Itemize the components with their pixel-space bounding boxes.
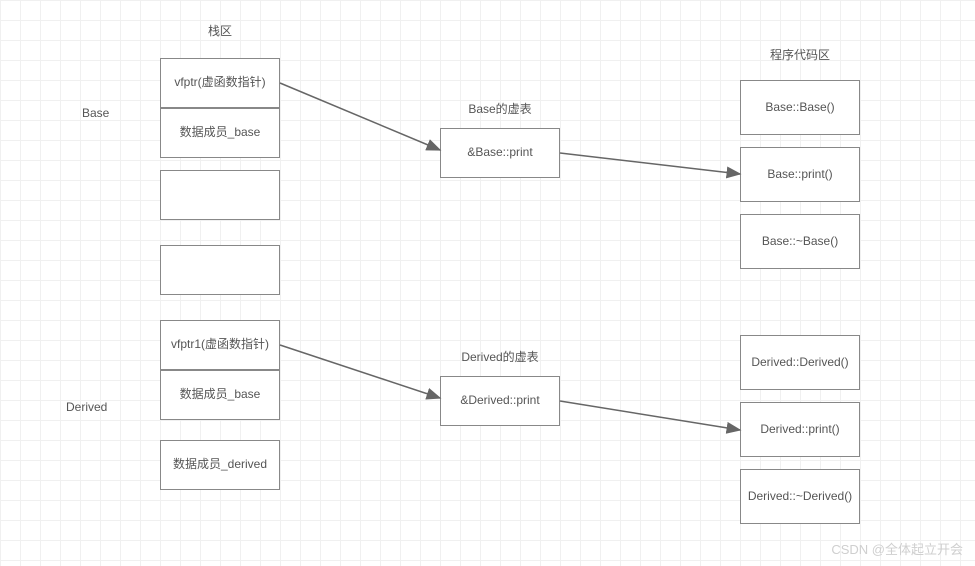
stack-derived-vfptr: vfptr1(虚函数指针) — [160, 320, 280, 370]
code-base-ctor: Base::Base() — [740, 80, 860, 135]
watermark: CSDN @全体起立开会 — [831, 539, 963, 558]
code-base-dtor: Base::~Base() — [740, 214, 860, 269]
vtable-derived-print: &Derived::print — [440, 376, 560, 426]
code-derived-ctor: Derived::Derived() — [740, 335, 860, 390]
code-derived-dtor: Derived::~Derived() — [740, 469, 860, 524]
code-base-print: Base::print() — [740, 147, 860, 202]
heading-code-area: 程序代码区 — [740, 46, 860, 63]
stack-base-vfptr: vfptr(虚函数指针) — [160, 58, 280, 108]
stack-empty-2 — [160, 245, 280, 295]
side-label-derived: Derived — [66, 400, 107, 414]
vtable-base-print: &Base::print — [440, 128, 560, 178]
side-label-base: Base — [82, 106, 109, 120]
heading-derived-vtable: Derived的虚表 — [440, 348, 560, 365]
stack-empty-1 — [160, 170, 280, 220]
stack-base-member: 数据成员_base — [160, 108, 280, 158]
stack-derived-member-base: 数据成员_base — [160, 370, 280, 420]
stack-derived-member-derived: 数据成员_derived — [160, 440, 280, 490]
code-derived-print: Derived::print() — [740, 402, 860, 457]
heading-base-vtable: Base的虚表 — [440, 100, 560, 117]
heading-stack: 栈区 — [160, 22, 280, 39]
